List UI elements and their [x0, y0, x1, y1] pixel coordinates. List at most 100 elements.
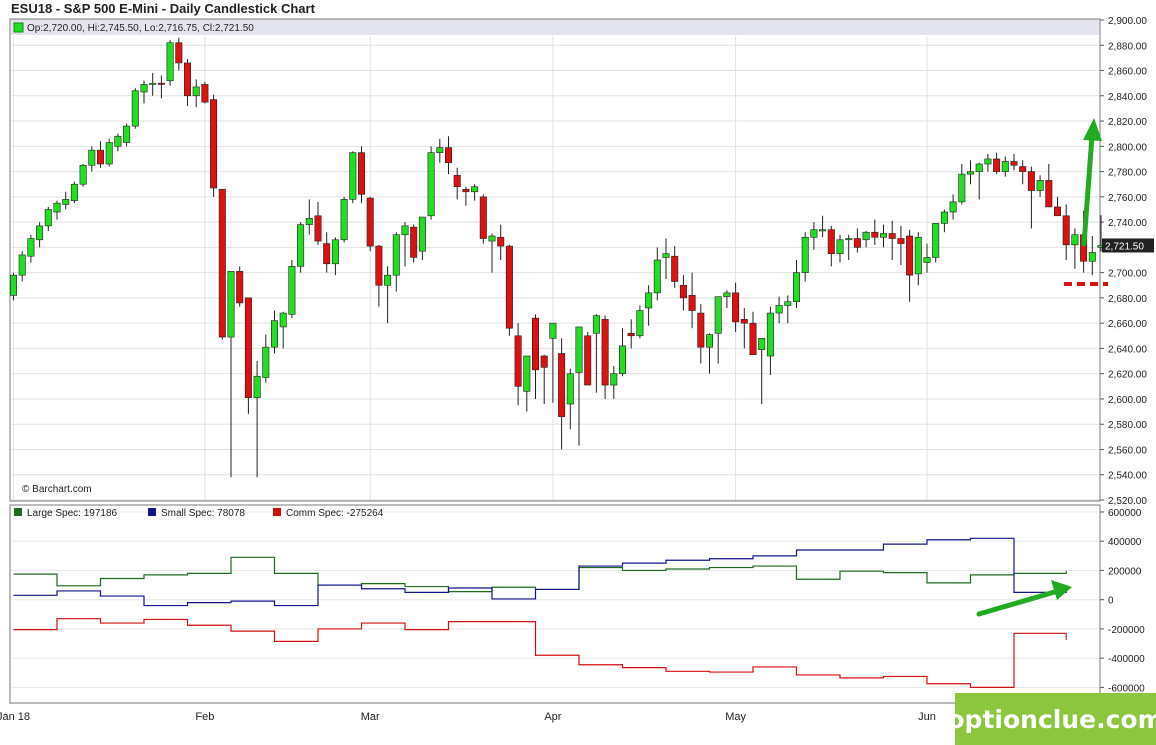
x-tick-label: Apr [544, 711, 561, 723]
candle-body-up [79, 164, 87, 185]
candle-body-up [645, 292, 653, 309]
x-tick-label: Feb [195, 711, 214, 723]
candle [288, 260, 296, 319]
candle [427, 146, 435, 220]
candle [70, 181, 78, 204]
price-tick-label: 2,740.00 [1108, 218, 1147, 229]
x-tick-label: May [725, 711, 746, 723]
candle-body-up [523, 355, 531, 392]
cot-axis: 6000004000002000000-200000-400000-600000 [1100, 508, 1145, 694]
candle-body-up [714, 296, 722, 334]
price-tick-label: 2,640.00 [1108, 344, 1147, 355]
candle-body-down [175, 42, 183, 64]
candle-body-up [940, 211, 948, 224]
candle [584, 332, 592, 386]
candle-body-down [1045, 180, 1053, 208]
candle-body-up [618, 345, 626, 374]
candle-body-up [105, 142, 113, 165]
candle-body-up [592, 315, 600, 334]
price-tick-label: 2,560.00 [1108, 445, 1147, 456]
candle-body-down [679, 284, 687, 299]
candle-body-up [44, 209, 52, 227]
candle-body-up [253, 375, 261, 398]
candle [505, 244, 513, 336]
candle-body-up [653, 259, 661, 294]
candle [932, 223, 940, 263]
candle-body-up [775, 305, 783, 314]
candle-body-down [375, 245, 383, 286]
candle-body-up [305, 218, 313, 225]
price-tick-label: 2,580.00 [1108, 420, 1147, 431]
candle [479, 194, 487, 244]
candle-body-down [558, 353, 566, 417]
candle-body-down [584, 335, 592, 386]
candle-body-up [1036, 180, 1044, 191]
large-spec-swatch [14, 508, 22, 516]
candle-body-down [201, 84, 209, 103]
cot-tick-label: 0 [1108, 596, 1114, 607]
candle-body-up [636, 310, 644, 337]
candle-body-up [149, 82, 157, 85]
candle-body-down [314, 215, 322, 242]
last-price-marker: 2,721.50 [1102, 238, 1154, 253]
candle-body-up [792, 272, 800, 302]
candle-body-up [801, 236, 809, 273]
candle-body-down [462, 188, 470, 193]
candle-body-down [184, 62, 192, 97]
legend-comm-spec: Comm Spec: -275264 [286, 508, 384, 519]
candle-body-down [697, 312, 705, 348]
candle [244, 297, 252, 415]
brand-watermark: optionclue.com [947, 693, 1156, 745]
small-spec-swatch [148, 508, 156, 516]
candle-body-up [758, 338, 766, 350]
candle-body-down [871, 231, 879, 238]
price-tick-label: 2,700.00 [1108, 269, 1147, 280]
ohlc-readout: Op:2,720.00, Hi:2,745.50, Lo:2,716.75, C… [27, 23, 254, 34]
candle-body-up [879, 233, 887, 238]
price-tick-label: 2,680.00 [1108, 294, 1147, 305]
candle-body-up [966, 171, 974, 175]
cot-legend: Large Spec: 197186 Small Spec: 78078 Com… [14, 508, 384, 519]
legend-large-spec: Large Spec: 197186 [27, 508, 118, 519]
cot-tick-label: 200000 [1108, 566, 1142, 577]
price-tick-label: 2,860.00 [1108, 67, 1147, 78]
candle-body-down [218, 188, 226, 338]
cot-tick-label: 400000 [1108, 537, 1142, 548]
candle-body-up [975, 163, 983, 172]
candle-body-down [453, 175, 461, 188]
cot-tick-label: -400000 [1108, 654, 1145, 665]
candle-body-down [888, 233, 896, 239]
candle [636, 305, 644, 339]
candle-body-down [1062, 215, 1070, 246]
chart-title: ESU18 - S&P 500 E-Mini - Daily Candlesti… [11, 1, 316, 16]
candle-body-down [244, 297, 252, 398]
candle-body-down [688, 295, 696, 311]
candle-body-up [131, 90, 139, 127]
candle-body-up [949, 201, 957, 213]
candle-body-down [505, 245, 513, 329]
price-tick-label: 2,880.00 [1108, 41, 1147, 52]
candle-body-up [984, 158, 992, 165]
candle-body-down [993, 158, 1001, 172]
candle [201, 81, 209, 104]
price-axis: 2,900.00 2,880.00 2,860.00 2,840.00 2,820.00… [1100, 16, 1147, 507]
candle-body-down [732, 292, 740, 323]
candle-body-down [740, 319, 748, 324]
candle-body-up [401, 225, 409, 236]
candle-body-up [192, 86, 200, 97]
candle-body-up [18, 254, 26, 276]
price-panel [9, 18, 1101, 502]
candle-body-up [36, 225, 44, 241]
candle-body-up [914, 236, 922, 275]
price-tick-label: 2,520.00 [1108, 496, 1147, 507]
price-tick-label: 2,800.00 [1108, 142, 1147, 153]
price-tick-label: 2,820.00 [1108, 117, 1147, 128]
comm-spec-swatch [273, 508, 281, 516]
candle-body-up [418, 216, 426, 252]
x-tick-label: Jun [918, 711, 936, 723]
candle-body-up [845, 238, 853, 241]
price-tick-label: 2,660.00 [1108, 319, 1147, 330]
candle-body-down [157, 82, 165, 85]
cot-tick-label: 600000 [1108, 508, 1142, 519]
candle [366, 196, 374, 252]
